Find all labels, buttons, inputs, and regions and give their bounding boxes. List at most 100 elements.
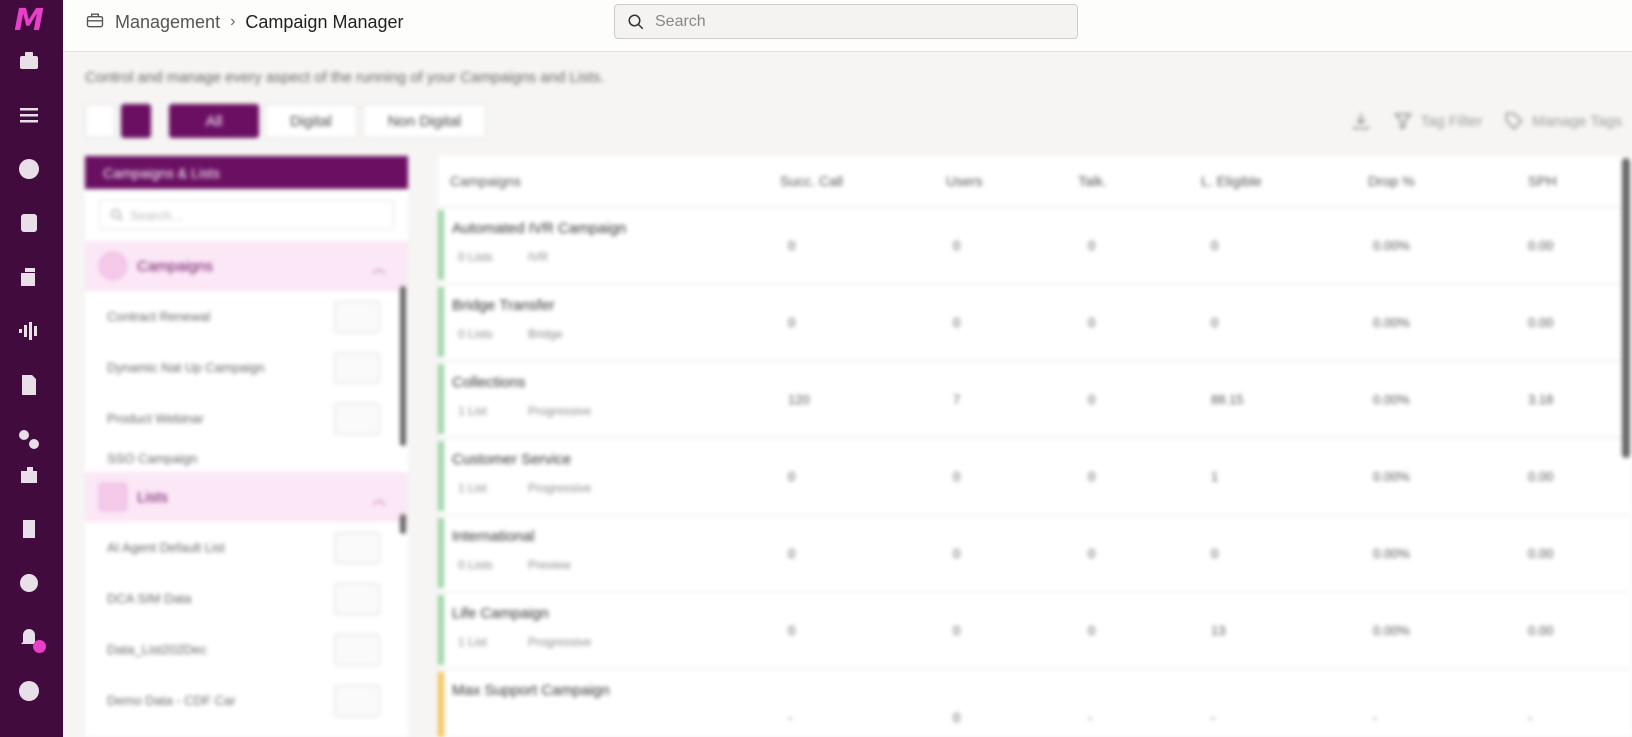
copy-icon[interactable]	[334, 352, 380, 384]
campaign-name[interactable]: Bridge Transfer	[452, 297, 555, 314]
cell-sph: 0.00	[1528, 315, 1554, 330]
campaigns-group-header[interactable]: Campaigns ︿	[85, 241, 408, 291]
help-icon[interactable]	[16, 678, 42, 704]
list-item[interactable]: Demo Data - CDF Car	[85, 675, 408, 726]
cell-sph: 0.00	[1528, 546, 1554, 561]
dollar-icon[interactable]	[16, 156, 42, 182]
copy-icon[interactable]	[334, 583, 380, 615]
app-logo[interactable]: M	[12, 6, 46, 36]
copy-icon[interactable]	[334, 634, 380, 666]
campaigns-scrollbar[interactable]	[400, 286, 406, 446]
settings-icon[interactable]	[16, 570, 42, 596]
copy-icon[interactable]	[334, 685, 380, 717]
list-item[interactable]: Data_List202Dec	[85, 624, 408, 675]
lists-group-header[interactable]: Lists ︿	[85, 472, 408, 522]
table-actions: Tag Filter Manage Tags	[1351, 104, 1622, 138]
status-bar	[438, 518, 444, 588]
col-talk[interactable]: Talk.	[1078, 173, 1107, 189]
left-nav-rail: M	[0, 0, 63, 737]
filter-non-digital-tab[interactable]: Non Digital	[362, 104, 487, 138]
search-icon	[111, 209, 123, 221]
cell-drop: 0.00%	[1373, 469, 1410, 484]
contacts-icon[interactable]	[16, 264, 42, 290]
table-row[interactable]: International 0 Lists Preview 0 0 0 0 0.…	[438, 514, 1628, 588]
breadcrumb-separator: ›	[230, 13, 236, 30]
table-row[interactable]: Customer Service 1 List Progressive 0 0 …	[438, 437, 1628, 511]
status-bar	[438, 364, 444, 434]
filter-all-tab[interactable]: All	[169, 104, 259, 138]
table-row[interactable]: Bridge Transfer 0 Lists Bridge 0 0 0 0 0…	[438, 283, 1628, 357]
table-row[interactable]: Collections 1 List Progressive 120 7 0 8…	[438, 360, 1628, 434]
table-row[interactable]: Max Support Campaign - 0 - - - -	[438, 668, 1628, 737]
manage-tags-label: Manage Tags	[1532, 112, 1622, 130]
col-drop[interactable]: Drop %	[1368, 173, 1415, 189]
copy-icon[interactable]	[334, 532, 380, 564]
cell-drop: 0.00%	[1373, 315, 1410, 330]
col-users[interactable]: Users	[946, 173, 983, 189]
item-label: Contract Renewal	[107, 309, 211, 324]
col-sph[interactable]: SPH	[1528, 173, 1557, 189]
management-icon[interactable]	[85, 10, 105, 35]
col-campaigns[interactable]: Campaigns	[450, 173, 521, 189]
campaign-name[interactable]: Automated IVR Campaign	[452, 220, 626, 237]
cell-l-eligible: 0	[1211, 315, 1219, 330]
list-item[interactable]: DCA SIM Data	[85, 573, 408, 624]
cell-drop: 0.00%	[1373, 392, 1410, 407]
campaign-name[interactable]: Collections	[452, 374, 525, 391]
breadcrumb-management[interactable]: Management	[115, 12, 220, 33]
lists-group-label: Lists	[137, 488, 168, 506]
chevron-up-icon[interactable]: ︿	[372, 258, 386, 278]
table-row[interactable]: Life Campaign 1 List Progressive 0 0 0 1…	[438, 591, 1628, 665]
list-item[interactable]: Dynamic Nat Up Campaign	[85, 342, 408, 393]
campaign-lists: 0 Lists	[458, 558, 493, 572]
dashboard-icon[interactable]	[16, 48, 42, 74]
table-scrollbar[interactable]	[1622, 158, 1630, 458]
copy-icon[interactable]	[334, 403, 380, 435]
cell-talk: 0	[1088, 238, 1096, 253]
cell-users: 0	[953, 315, 961, 330]
cell-sph: 3.18	[1528, 392, 1554, 407]
campaigns-group-label: Campaigns	[137, 257, 213, 275]
connectors-icon[interactable]	[16, 426, 42, 452]
campaigns-icon[interactable]	[16, 516, 42, 542]
download-button[interactable]	[1351, 111, 1371, 131]
list-item[interactable]: Product Webinar	[85, 393, 408, 444]
chevron-up-icon[interactable]: ︿	[372, 489, 386, 509]
waveform-icon[interactable]	[16, 318, 42, 344]
cell-talk: 0	[1088, 469, 1096, 484]
database-icon[interactable]	[16, 210, 42, 236]
table-row[interactable]: Automated IVR Campaign 0 Lists IVR 0 0 0…	[438, 206, 1628, 280]
panel-search-input[interactable]: Search...	[99, 200, 394, 230]
sliders-icon[interactable]	[16, 102, 42, 128]
cell-l-eligible: 13	[1211, 623, 1226, 638]
col-succ-call[interactable]: Succ. Call	[780, 173, 843, 189]
filter-icon	[1393, 113, 1412, 130]
campaign-name[interactable]: Life Campaign	[452, 605, 549, 622]
campaign-mode: Bridge	[528, 327, 563, 341]
split-view-button[interactable]	[121, 104, 151, 138]
list-item[interactable]: Contract Renewal	[85, 291, 408, 342]
document-icon[interactable]	[16, 372, 42, 398]
filter-digital-tab[interactable]: Digital	[265, 104, 357, 138]
cell-talk: 0	[1088, 546, 1096, 561]
campaign-name[interactable]: International	[452, 528, 535, 545]
tag-filter-button[interactable]: Tag Filter	[1393, 111, 1482, 131]
list-item[interactable]: SSO Campaign	[85, 444, 408, 472]
campaign-name[interactable]: Max Support Campaign	[452, 682, 610, 699]
campaign-name[interactable]: Customer Service	[452, 451, 571, 468]
manage-tags-button[interactable]: Manage Tags	[1504, 111, 1622, 131]
list-view-button[interactable]	[85, 104, 115, 138]
item-label: AI Agent Default List	[107, 540, 225, 555]
cell-talk: -	[1088, 710, 1093, 725]
extensions-icon[interactable]	[16, 462, 42, 488]
lists-scrollbar[interactable]	[400, 514, 406, 534]
col-l-eligible[interactable]: L. Eligible	[1201, 173, 1262, 189]
cell-succ-call: 0	[788, 238, 796, 253]
cell-sph: 0.00	[1528, 469, 1554, 484]
copy-icon[interactable]	[334, 301, 380, 333]
campaign-mode: Progressive	[528, 635, 592, 649]
cell-drop: 0.00%	[1373, 546, 1410, 561]
search-input[interactable]: Search	[614, 4, 1078, 39]
list-item[interactable]: AI Agent Default List	[85, 522, 408, 573]
panel-search-placeholder: Search...	[130, 207, 183, 223]
